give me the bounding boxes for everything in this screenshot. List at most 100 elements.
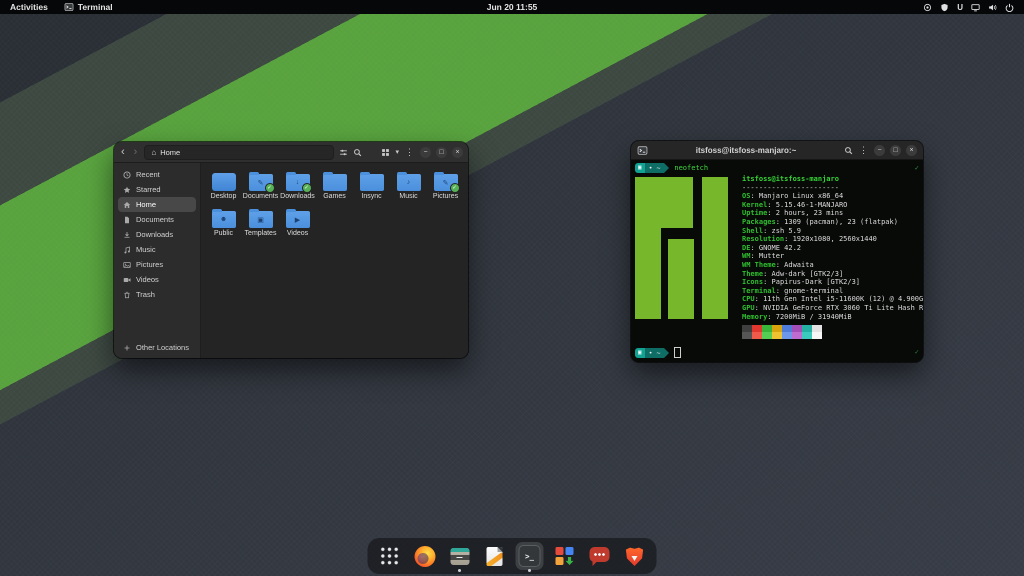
neofetch-field: GPU: NVIDIA GeForce RTX 3060 Ti Lite Has… bbox=[742, 304, 919, 313]
palette-swatch bbox=[772, 325, 782, 332]
folder-label: Videos bbox=[287, 230, 308, 237]
sidebar-item-other-locations[interactable]: Other Locations bbox=[118, 340, 196, 355]
terminal-close-button[interactable]: × bbox=[906, 145, 917, 156]
sidebar-item[interactable]: Home bbox=[118, 197, 196, 212]
neofetch-user-host: itsfoss@itsfoss-manjaro bbox=[742, 175, 919, 184]
sidebar-item-label: Other Locations bbox=[136, 343, 189, 352]
dock-item-chat[interactable] bbox=[586, 542, 614, 570]
prompt-status-check: ✓ bbox=[915, 164, 919, 173]
forward-button[interactable]: › bbox=[132, 147, 140, 158]
folder-item[interactable]: ♪ Music bbox=[390, 170, 427, 200]
sidebar-item-icon bbox=[123, 186, 131, 194]
sidebar-item-icon bbox=[123, 291, 131, 299]
notifications-icon bbox=[923, 3, 932, 12]
power-icon bbox=[1005, 3, 1014, 12]
folder-glyph: ▶ bbox=[286, 211, 310, 228]
neofetch-field: CPU: 11th Gen Intel i5-11600K (12) @ 4.9… bbox=[742, 295, 919, 304]
palette-swatch bbox=[742, 332, 752, 339]
sidebar-item[interactable]: Trash bbox=[118, 287, 196, 302]
sidebar-item-icon bbox=[123, 261, 131, 269]
palette-swatch bbox=[812, 332, 822, 339]
search-icon[interactable] bbox=[353, 148, 362, 157]
folder-item[interactable]: ✎ ✓ Documents bbox=[242, 170, 279, 200]
prompt-os-segment: ▣ bbox=[635, 163, 645, 173]
sidebar-item[interactable]: Music bbox=[118, 242, 196, 257]
activities-button[interactable]: Activities bbox=[0, 2, 58, 12]
sidebar-item[interactable]: Downloads bbox=[118, 227, 196, 242]
folder-item[interactable]: ▶ Videos bbox=[279, 207, 316, 237]
grid-view-icon[interactable] bbox=[381, 148, 390, 157]
terminal-search-icon[interactable] bbox=[844, 146, 853, 155]
dock-item-firefox[interactable] bbox=[411, 542, 439, 570]
minimize-button[interactable]: − bbox=[420, 147, 431, 158]
active-prompt-line[interactable]: ▣ • ~ ✓ bbox=[635, 347, 919, 358]
sidebar-item[interactable]: Starred bbox=[118, 182, 196, 197]
prompt-line: ▣ • ~ neofetch bbox=[635, 163, 919, 173]
folder-icon bbox=[322, 170, 347, 191]
sync-check-badge: ✓ bbox=[265, 183, 275, 193]
path-bar[interactable]: ⌂ Home bbox=[144, 145, 334, 160]
view-caret-icon[interactable]: ▾ bbox=[395, 148, 399, 156]
palette-swatch bbox=[782, 332, 792, 339]
system-tray[interactable]: U bbox=[923, 3, 1024, 12]
folder-label: Insync bbox=[361, 193, 381, 200]
terminal-body[interactable]: ✓ ▣ • ~ neofetch itsfoss@itsfoss-manjaro… bbox=[631, 160, 923, 362]
terminal-minimize-button[interactable]: − bbox=[874, 145, 885, 156]
neofetch-field: OS: Manjaro Linux x86_64 bbox=[742, 192, 919, 201]
dock-item-brave[interactable] bbox=[621, 542, 649, 570]
back-button[interactable]: ‹ bbox=[119, 147, 127, 158]
folder-icon: ✎ ✓ bbox=[248, 170, 273, 191]
folder-label: Games bbox=[323, 193, 346, 200]
clock-button[interactable]: Jun 20 11:55 bbox=[487, 2, 538, 12]
folder-item[interactable]: Desktop bbox=[205, 170, 242, 200]
sidebar-item-label: Pictures bbox=[136, 260, 163, 269]
prompt-path-segment: • ~ bbox=[645, 348, 665, 358]
app-menu-terminal[interactable]: Terminal bbox=[58, 2, 119, 12]
folder-item[interactable]: Games bbox=[316, 170, 353, 200]
sidebar-item[interactable]: Recent bbox=[118, 167, 196, 182]
sidebar-item-icon bbox=[123, 216, 131, 224]
terminal-maximize-button[interactable]: □ bbox=[890, 145, 901, 156]
sidebar-item-label: Trash bbox=[136, 290, 155, 299]
sidebar-item-label: Videos bbox=[136, 275, 159, 284]
show-apps-button[interactable] bbox=[376, 542, 404, 570]
terminal-cursor bbox=[674, 347, 681, 358]
files-window: ‹ › ⌂ Home ▾ ⋮ − □ × Recent bbox=[114, 142, 468, 358]
sidebar-item-label: Music bbox=[136, 245, 156, 254]
sidebar-item-label: Recent bbox=[136, 170, 160, 179]
sidebar-item[interactable]: Pictures bbox=[118, 257, 196, 272]
sidebar-item[interactable]: Videos bbox=[118, 272, 196, 287]
neofetch-field: Theme: Adw-dark [GTK2/3] bbox=[742, 270, 919, 279]
dock-item-files[interactable] bbox=[446, 542, 474, 570]
folder-item[interactable]: ✎ ✓ Pictures bbox=[427, 170, 464, 200]
folder-item[interactable]: Insync bbox=[353, 170, 390, 200]
terminal-menu-kebab-icon[interactable]: ⋮ bbox=[858, 146, 869, 155]
view-options-icon[interactable] bbox=[339, 148, 348, 157]
folder-label: Music bbox=[399, 193, 417, 200]
dock-item-terminal[interactable]: >_ bbox=[516, 542, 544, 570]
dock-item-text-editor[interactable] bbox=[481, 542, 509, 570]
folder-item[interactable]: ▣ Templates bbox=[242, 207, 279, 237]
terminal-app-icon bbox=[64, 2, 74, 12]
folder-icon: ♪ bbox=[396, 170, 421, 191]
terminal-window-icon bbox=[637, 145, 648, 156]
typed-command: neofetch bbox=[674, 164, 708, 173]
folder-icon: ↓ ✓ bbox=[285, 170, 310, 191]
sync-check-badge: ✓ bbox=[450, 183, 460, 193]
files-sidebar: Recent Starred Home Documents bbox=[114, 163, 201, 358]
maximize-button[interactable]: □ bbox=[436, 147, 447, 158]
neofetch-field: WM: Mutter bbox=[742, 252, 919, 261]
palette-swatch bbox=[792, 332, 802, 339]
menu-kebab-icon[interactable]: ⋮ bbox=[404, 148, 415, 157]
terminal-dock-icon: >_ bbox=[519, 545, 541, 567]
folder-item[interactable]: ↓ ✓ Downloads bbox=[279, 170, 316, 200]
app-menu-label: Terminal bbox=[78, 2, 113, 12]
display-icon bbox=[971, 3, 980, 12]
dock-item-software[interactable] bbox=[551, 542, 579, 570]
palette-swatch bbox=[792, 325, 802, 332]
manjaro-logo bbox=[635, 177, 732, 319]
chat-app-icon bbox=[590, 547, 610, 562]
sidebar-item[interactable]: Documents bbox=[118, 212, 196, 227]
folder-item[interactable]: ☻ Public bbox=[205, 207, 242, 237]
close-button[interactable]: × bbox=[452, 147, 463, 158]
